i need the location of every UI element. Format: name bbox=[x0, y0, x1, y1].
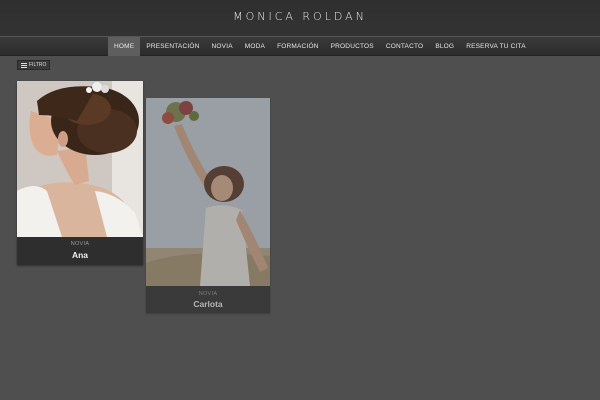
list-icon bbox=[21, 62, 27, 68]
card-title[interactable]: Ana bbox=[17, 250, 143, 260]
main-nav: HOME PRESENTACIÓN NOVIA MODA FORMACIÓN P… bbox=[0, 36, 600, 56]
nav-item-presentacion[interactable]: PRESENTACIÓN bbox=[140, 37, 205, 56]
site-logo[interactable]: MONICA ROLDAN bbox=[0, 10, 600, 23]
nav-item-productos[interactable]: PRODUCTOS bbox=[325, 37, 380, 56]
card-category: NOVIA bbox=[198, 291, 218, 297]
nav-item-formacion[interactable]: FORMACIÓN bbox=[271, 37, 325, 56]
portfolio-card-ana[interactable]: NOVIA Ana bbox=[17, 81, 143, 265]
card-category: NOVIA bbox=[70, 241, 90, 247]
nav-item-home[interactable]: HOME bbox=[108, 37, 141, 56]
filter-button[interactable]: FILTRO bbox=[17, 60, 51, 70]
card-photo[interactable] bbox=[17, 81, 143, 237]
site-header: MONICA ROLDAN bbox=[0, 0, 600, 36]
nav-item-reserva[interactable]: RESERVA TU CITA bbox=[460, 37, 532, 56]
nav-item-novia[interactable]: NOVIA bbox=[206, 37, 239, 56]
portfolio-card-carlota[interactable]: NOVIA Carlota bbox=[146, 98, 270, 313]
filter-label: FILTRO bbox=[29, 62, 47, 68]
card-photo[interactable] bbox=[146, 98, 270, 286]
card-title[interactable]: Carlota bbox=[146, 299, 270, 309]
nav-item-blog[interactable]: BLOG bbox=[429, 37, 460, 56]
nav-item-contacto[interactable]: CONTACTO bbox=[380, 37, 429, 56]
nav-item-moda[interactable]: MODA bbox=[239, 37, 271, 56]
